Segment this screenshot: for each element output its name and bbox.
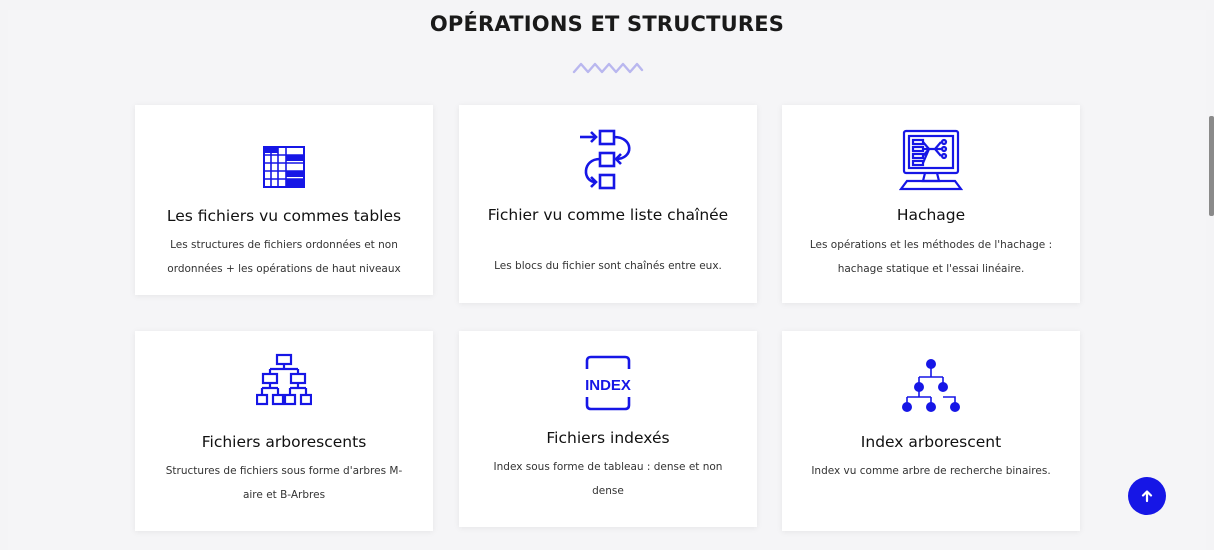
card-title: Fichiers arborescents <box>201 433 367 451</box>
card-title: Fichiers indexés <box>546 429 670 447</box>
card-tables[interactable]: Les fichiers vu commes tables Les struct… <box>135 105 433 295</box>
tree-structure-icon <box>135 353 433 409</box>
section-title: OPÉRATIONS ET STRUCTURES <box>429 12 785 36</box>
arrow-up-icon <box>1141 490 1153 503</box>
card-hashing[interactable]: Hachage Les opérations et les méthodes d… <box>782 105 1080 303</box>
card-description: Structures de fichiers sous forme d'arbr… <box>165 465 403 501</box>
card-title: Les fichiers vu commes tables <box>166 207 402 225</box>
card-description: Les opérations et les méthodes de l'hach… <box>809 239 1053 275</box>
card-tree-files[interactable]: Fichiers arborescents Structures de fich… <box>135 331 433 531</box>
card-title: Hachage <box>896 206 966 224</box>
title-wave-decoration <box>572 62 644 74</box>
linked-list-icon <box>459 127 757 191</box>
table-grid-icon <box>135 145 433 189</box>
index-tree-icon <box>782 357 1080 415</box>
card-title: Fichier vu comme liste chaînée <box>487 206 729 224</box>
scroll-to-top-button[interactable] <box>1128 477 1166 515</box>
card-title: Index arborescent <box>860 433 1002 451</box>
index-icon-text: INDEX <box>585 377 631 394</box>
card-description: Les structures de fichiers ordonnées et … <box>167 239 401 275</box>
card-linked-list[interactable]: Fichier vu comme liste chaînée Les blocs… <box>459 105 757 303</box>
hashing-monitor-icon <box>782 129 1080 191</box>
card-indexed-files[interactable]: INDEX Fichiers indexés Index sous forme … <box>459 331 757 527</box>
card-description: Les blocs du fichier sont chaînés entre … <box>494 260 722 272</box>
index-icon: INDEX <box>459 355 757 411</box>
card-index-tree[interactable]: Index arborescent Index vu comme arbre d… <box>782 331 1080 531</box>
card-description: Index vu comme arbre de recherche binair… <box>811 465 1051 477</box>
card-description: Index sous forme de tableau : dense et n… <box>493 461 723 497</box>
scrollbar-thumb[interactable] <box>1209 116 1214 216</box>
